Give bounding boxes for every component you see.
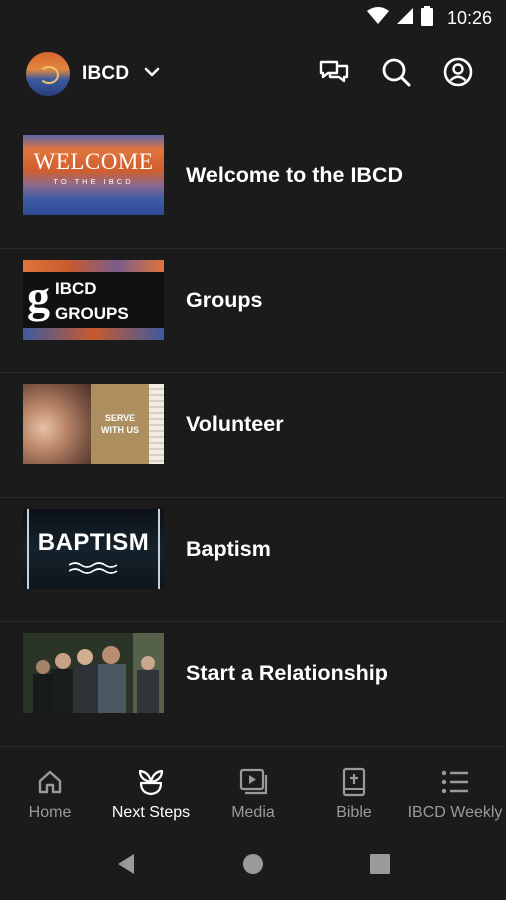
signal-icon (396, 8, 413, 29)
groups-logo-icon: g (27, 270, 50, 322)
home-system-button[interactable] (241, 853, 265, 880)
system-navigation-bar (0, 832, 506, 900)
volunteer-thumbnail: SERVE WITH US (23, 384, 164, 464)
thumb-title: BAPTISM (37, 528, 150, 556)
list-item-label: Start a Relationship (186, 661, 388, 685)
list-item-label: Welcome to the IBCD (186, 163, 404, 187)
app-header: IBCD (0, 44, 506, 104)
list-item[interactable]: BAPTISM Baptism (0, 498, 506, 622)
list-item[interactable]: WELCOME TO THE IBCD Welcome to the IBCD (0, 124, 506, 249)
status-icons: 10:26 (366, 6, 492, 31)
recents-square-icon (370, 853, 390, 879)
nav-label: IBCD Weekly (407, 804, 503, 821)
list-icon (439, 766, 471, 798)
chat-icon (318, 58, 350, 91)
nav-item-bible[interactable]: Bible (304, 752, 404, 832)
nav-item-next-steps[interactable]: Next Steps (101, 752, 201, 832)
search-button[interactable] (380, 58, 412, 90)
recents-button[interactable] (368, 853, 392, 879)
list-item-label: Volunteer (186, 412, 284, 436)
bottom-navigation: Home Next Steps Media Bible IBCD Weekly (0, 752, 506, 832)
messages-button[interactable] (318, 58, 350, 90)
thumb-title: WELCOME (33, 149, 154, 174)
list-item[interactable]: g IBCD GROUPS Groups (0, 249, 506, 373)
search-icon (381, 57, 411, 92)
battery-icon (420, 6, 433, 31)
church-logo[interactable] (26, 52, 70, 96)
clock-time: 10:26 (446, 8, 492, 28)
nav-label: Bible (336, 804, 372, 821)
list-item[interactable]: Start a Relationship (0, 622, 506, 747)
media-icon (237, 766, 269, 798)
status-bar: 10:26 (0, 0, 506, 36)
thumb-subtitle: TO THE IBCD (53, 177, 134, 186)
hands-image (23, 384, 91, 464)
baptism-thumbnail: BAPTISM (23, 508, 164, 589)
profile-button[interactable] (442, 57, 474, 92)
nav-item-home[interactable]: Home (0, 752, 100, 832)
list-item[interactable]: SERVE WITH US Volunteer (0, 373, 506, 498)
home-icon (34, 766, 66, 798)
list-item-label: Groups (186, 287, 263, 312)
list-item-label: Baptism (186, 536, 271, 561)
nav-item-media[interactable]: Media (203, 752, 303, 832)
home-circle-icon (242, 853, 264, 880)
relationship-thumbnail (23, 633, 164, 713)
nav-item-ibcd-weekly[interactable]: IBCD Weekly (405, 752, 505, 832)
thumb-title: SERVE WITH US (101, 413, 139, 435)
nav-label: Media (231, 804, 275, 821)
thumb-subtitle: GROUPS (55, 303, 129, 323)
nav-label: Home (28, 804, 72, 821)
brand-name[interactable]: IBCD (82, 63, 129, 85)
thumb-title: IBCD (55, 278, 97, 298)
back-button[interactable] (114, 853, 138, 880)
welcome-thumbnail: WELCOME TO THE IBCD (23, 135, 164, 215)
waves-icon (68, 561, 119, 580)
back-triangle-icon (116, 853, 136, 880)
sprout-icon (135, 766, 167, 798)
account-icon (443, 57, 473, 92)
groups-thumbnail: g IBCD GROUPS (23, 259, 164, 340)
bible-icon (338, 766, 370, 798)
wifi-icon (366, 7, 389, 30)
nav-label: Next Steps (111, 804, 191, 821)
chevron-down-icon[interactable] (144, 65, 160, 83)
next-steps-list: WELCOME TO THE IBCD Welcome to the IBCD … (0, 124, 506, 747)
people-photo (23, 633, 164, 713)
